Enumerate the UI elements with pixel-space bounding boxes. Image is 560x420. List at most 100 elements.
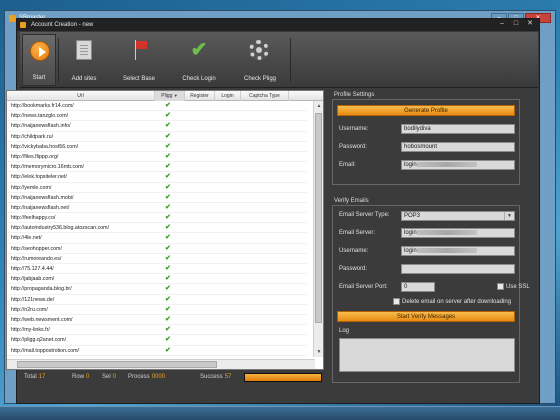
row-url: http://rumoreando.es/ [11,255,62,262]
column-header-url[interactable]: Url [7,91,155,101]
horizontal-scrollbar[interactable] [7,359,315,369]
pligg-check-icon: ✔ [165,102,171,109]
row-url: http://mail.toppostrotion.com/ [11,347,80,354]
row-url: http://naijanewsflash.info/ [11,123,71,130]
table-row[interactable]: http://my-links.fr/ ✔ [7,325,307,336]
generate-profile-button[interactable]: Generate Profile [337,105,515,116]
table-row[interactable]: http://memorymicro.16mb.com/ ✔ [7,162,307,173]
inner-maximize-button[interactable]: □ [510,20,522,29]
check-login-label: Check Login [182,76,216,82]
use-ssl-label: Use SSL [506,284,530,290]
server-type-label: Email Server Type: [339,212,390,218]
table-row[interactable]: http://75.127.4.44/ ✔ [7,264,307,275]
delete-email-checkbox[interactable] [393,298,400,305]
inner-close-button[interactable]: ✕ [524,20,536,29]
table-row[interactable]: http://naijanewsflash.net/ ✔ [7,203,307,214]
verify-password-input[interactable] [401,264,515,274]
table-row[interactable]: http://seohopper.com/ ✔ [7,244,307,254]
table-row[interactable]: http://naijanewsflash.info/ ✔ [7,121,307,132]
row-url: http://memorymicro.16mb.com/ [11,164,84,171]
pligg-check-icon: ✔ [165,265,171,272]
row-url: http://web.newsment.com/ [11,316,73,323]
table-row[interactable]: http://news.tanzglo.com/ ✔ [7,111,307,122]
table-row[interactable]: http://feelhappy.co/ ✔ [7,213,307,224]
table-row[interactable]: http://rumoreando.es/ ✔ [7,254,307,264]
vertical-scroll-thumb[interactable] [315,113,322,323]
verify-emails-title: Verify Emails [334,198,369,204]
toolbar-separator [290,38,291,82]
pligg-check-icon: ✔ [165,132,171,140]
verify-username-input[interactable]: login [401,246,515,256]
pligg-check-icon: ✔ [165,173,171,181]
column-header-login[interactable]: Login [215,91,241,101]
vertical-scrollbar[interactable]: ▲ ▼ [313,101,323,357]
table-row[interactable]: http://files.flippp.org/ ✔ [7,152,307,163]
table-row[interactable]: http://autoindustry536.blog.atozscan.com… [7,223,307,234]
pligg-check-icon: ✔ [165,193,171,201]
email-server-input[interactable]: login [401,228,515,238]
pligg-check-icon: ✔ [165,346,171,354]
table-row[interactable]: http://childpark.ru/ ✔ [7,132,307,142]
row-url: http://my-links.fr/ [11,327,50,334]
pligg-check-icon: ✔ [165,122,171,130]
pligg-check-icon: ✔ [165,214,171,222]
play-icon [30,41,50,61]
column-header-pligg[interactable]: Pligg ▼ [155,91,185,101]
table-row[interactable]: http://mail.toppostrotion.com/ ✔ [7,346,307,356]
column-header-register[interactable]: Register [185,91,215,101]
table-row[interactable]: http://yemle.com/ ✔ [7,183,307,193]
profile-password-input[interactable]: hobosmount [401,142,515,152]
column-header-captcha-type[interactable]: Captcha Type [241,91,289,101]
table-row[interactable]: http://vickybaba.host56.com/ ✔ [7,142,307,152]
pligg-check-icon: ✔ [165,183,171,191]
table-row[interactable]: http://pligg.q2anet.com/ ✔ [7,335,307,346]
column-header-pligg-label: Pligg [161,93,173,99]
check-pligg-button[interactable]: Check Pligg [232,34,288,86]
table-row[interactable]: http://naijanewsflash.mobi/ ✔ [7,193,307,203]
profile-username-input[interactable]: bodilydiva [401,124,515,134]
gear-icon [249,40,269,60]
check-login-button[interactable]: ✔ Check Login [170,34,228,86]
scroll-down-arrow-icon[interactable]: ▼ [314,347,324,357]
profile-username-label: Username: [339,126,369,132]
verify-username-label: Username: [339,248,369,254]
status-process-value: 0000 [151,374,166,380]
check-pligg-label: Check Pligg [243,76,276,82]
server-type-select[interactable]: POP3 ▼ [401,211,515,221]
table-row[interactable]: http://4le.net/ ✔ [7,233,307,244]
window-icon [20,22,26,28]
verify-password-label: Password: [339,266,368,272]
profile-settings-title: Profile Settings [334,92,375,98]
server-port-input[interactable]: 0 [401,282,435,292]
inner-minimize-button[interactable]: – [496,20,508,29]
select-base-button[interactable]: Select Base [114,34,164,86]
table-row[interactable]: http://elok.topsiteler.net/ ✔ [7,172,307,183]
table-row[interactable]: http://jabjaab.com/ ✔ [7,274,307,285]
status-bar: Total 17 Row 0 Sel 0 Process 0000 Success 57 [6,372,324,384]
row-url: http://jabjaab.com/ [11,276,55,283]
inner-window-controls: – □ ✕ [496,20,536,29]
row-url: http://propaganda.blog.br/ [11,286,72,293]
table-row[interactable]: http://web.newsment.com/ ✔ [7,315,307,326]
scroll-up-arrow-icon[interactable]: ▲ [314,101,324,111]
table-row[interactable]: http://121news.de/ ✔ [7,295,307,305]
grid-header: Url Pligg ▼ Register Login Captcha Type [7,91,323,101]
horizontal-scroll-thumb[interactable] [17,361,217,368]
row-url: http://files.flippp.org/ [11,153,59,160]
table-row[interactable]: http://propaganda.blog.br/ ✔ [7,284,307,295]
row-url: http://121news.de/ [11,296,55,303]
status-success-value: 57 [224,374,232,380]
status-process: Process 0000 [128,374,165,380]
status-success: Success 57 [200,374,231,380]
use-ssl-checkbox[interactable] [497,283,504,290]
status-success-label: Success [200,374,223,380]
add-sites-button[interactable]: Add sites [60,34,108,86]
table-row[interactable]: http://n2ru.com/ ✔ [7,305,307,315]
log-output[interactable] [339,338,515,372]
table-row[interactable]: http://bookmarks.fr14.com/ ✔ [7,101,307,112]
start-button[interactable]: Start [22,34,56,86]
pligg-check-icon: ✔ [165,152,171,160]
status-row-value: 0 [86,374,90,380]
profile-email-input[interactable]: login [401,160,515,170]
start-verify-messages-button[interactable]: Start Verify Messages [337,311,515,322]
